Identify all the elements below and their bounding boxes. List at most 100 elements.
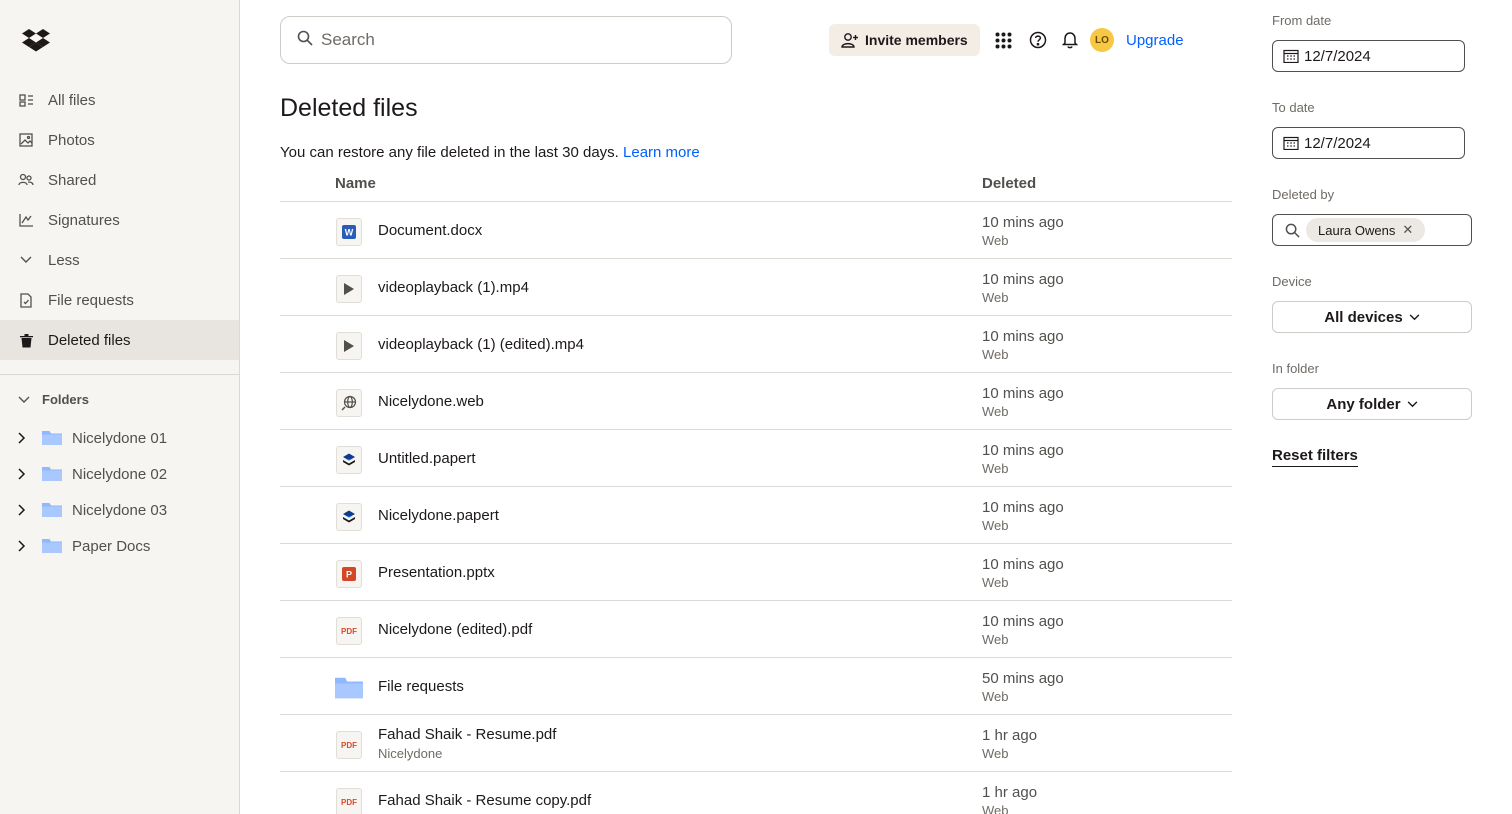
deleted-device: Web: [982, 746, 1009, 761]
sidebar-item-less[interactable]: Less: [0, 240, 239, 280]
trash-icon: [18, 332, 34, 348]
table-row[interactable]: videoplayback (1).mp4 10 mins ago Web: [280, 259, 1232, 316]
device-dropdown-value: All devices: [1324, 308, 1403, 326]
from-date-field[interactable]: 12/7/2024: [1272, 40, 1465, 72]
search-input[interactable]: [321, 30, 701, 50]
chevron-right-icon[interactable]: [18, 468, 32, 480]
table-row[interactable]: Untitled.papert 10 mins ago Web: [280, 430, 1232, 487]
deleted-time: 10 mins ago: [982, 499, 1064, 516]
invite-members-label: Invite members: [865, 32, 968, 48]
deleted-time: 10 mins ago: [982, 385, 1064, 402]
table-row[interactable]: PDF Fahad Shaik - Resume.pdf Nicelydone …: [280, 715, 1232, 772]
deleted-device: Web: [982, 632, 1009, 647]
deleted-time: 10 mins ago: [982, 214, 1064, 231]
sidebar-item-file-requests[interactable]: File requests: [0, 280, 239, 320]
add-person-icon: [841, 33, 858, 48]
file-name: Untitled.papert: [378, 450, 476, 467]
device-label: Device: [1272, 274, 1312, 289]
shared-icon: [18, 172, 34, 188]
column-header-name[interactable]: Name: [335, 175, 376, 192]
reset-filters-button[interactable]: Reset filters: [1272, 447, 1358, 467]
chevron-down-icon: [18, 392, 30, 407]
file-name: Presentation.pptx: [378, 564, 495, 581]
device-dropdown[interactable]: All devices: [1272, 301, 1472, 333]
app-grid-icon[interactable]: [993, 30, 1013, 50]
chevron-right-icon[interactable]: [18, 504, 32, 516]
file-name: Nicelydone.web: [378, 393, 484, 410]
file-name: Fahad Shaik - Resume.pdf: [378, 726, 557, 743]
sidebar-item-label: All files: [48, 91, 96, 109]
deleted-device: Web: [982, 347, 1009, 362]
deleted-time: 10 mins ago: [982, 613, 1064, 630]
paper-doc-icon: [335, 446, 363, 474]
table-row[interactable]: Nicelydone.papert 10 mins ago Web: [280, 487, 1232, 544]
deleted-files-table: Name Deleted W Document.docx 10 mins ago…: [280, 164, 1232, 814]
table-row[interactable]: W Document.docx 10 mins ago Web: [280, 202, 1232, 259]
table-row[interactable]: Nicelydone.web 10 mins ago Web: [280, 373, 1232, 430]
table-row[interactable]: P Presentation.pptx 10 mins ago Web: [280, 544, 1232, 601]
pdf-tag: PDF: [341, 626, 357, 636]
upgrade-link[interactable]: Upgrade: [1126, 32, 1184, 49]
bell-icon[interactable]: [1060, 30, 1080, 50]
chevron-down-icon: [1409, 313, 1420, 320]
person-chip-label: Laura Owens: [1318, 222, 1396, 238]
folder-icon: [42, 502, 62, 518]
deleted-time: 10 mins ago: [982, 442, 1064, 459]
pdf-icon: PDF: [335, 731, 363, 759]
folder-icon: [42, 538, 62, 554]
help-icon[interactable]: [1028, 30, 1048, 50]
folder-tree-item[interactable]: Nicelydone 03: [0, 492, 239, 528]
deleted-device: Web: [982, 689, 1009, 704]
sidebar-item-label: Photos: [48, 131, 95, 149]
invite-members-button[interactable]: Invite members: [829, 24, 980, 56]
folder-tree: Nicelydone 01 Nicelydone 02 Nicelydone 0…: [0, 420, 239, 564]
photos-icon: [18, 132, 34, 148]
person-chip: Laura Owens ✕: [1306, 218, 1426, 242]
sidebar-item-photos[interactable]: Photos: [0, 120, 239, 160]
folder-icon: [42, 466, 62, 482]
table-row[interactable]: videoplayback (1) (edited).mp4 10 mins a…: [280, 316, 1232, 373]
signatures-icon: [18, 212, 34, 228]
file-requests-icon: [18, 292, 34, 308]
dropbox-logo-icon[interactable]: [22, 28, 50, 52]
pdf-tag: PDF: [341, 740, 357, 750]
close-icon[interactable]: ✕: [1402, 222, 1413, 238]
folder-dropdown[interactable]: Any folder: [1272, 388, 1472, 420]
folder-tree-item[interactable]: Nicelydone 02: [0, 456, 239, 492]
sidebar-nav: All files Photos Shared Signatures Less: [0, 80, 239, 360]
sidebar-item-signatures[interactable]: Signatures: [0, 200, 239, 240]
page-description: You can restore any file deleted in the …: [280, 144, 700, 161]
sidebar-item-deleted-files[interactable]: Deleted files: [0, 320, 239, 360]
column-header-deleted[interactable]: Deleted: [982, 175, 1036, 192]
to-date-field[interactable]: 12/7/2024: [1272, 127, 1465, 159]
table-row[interactable]: PDF Nicelydone (edited).pdf 10 mins ago …: [280, 601, 1232, 658]
avatar[interactable]: LO: [1090, 28, 1114, 52]
video-file-icon: [335, 275, 363, 303]
search-box[interactable]: [280, 16, 732, 64]
sidebar-item-label: Shared: [48, 171, 97, 189]
from-date-value: 12/7/2024: [1304, 47, 1371, 65]
sidebar: All files Photos Shared Signatures Less: [0, 0, 240, 814]
sidebar-item-shared[interactable]: Shared: [0, 160, 239, 200]
folder-tree-item[interactable]: Paper Docs: [0, 528, 239, 564]
deleted-device: Web: [982, 290, 1009, 305]
deleted-device: Web: [982, 461, 1009, 476]
table-header: Name Deleted: [280, 164, 1232, 202]
sidebar-item-label: File requests: [48, 291, 134, 309]
folder-dropdown-value: Any folder: [1326, 395, 1401, 413]
chevron-right-icon[interactable]: [18, 540, 32, 552]
table-row[interactable]: PDF Fahad Shaik - Resume copy.pdf 1 hr a…: [280, 772, 1232, 814]
deleted-by-field[interactable]: Laura Owens ✕: [1272, 214, 1472, 246]
chevron-down-icon: [1407, 400, 1417, 407]
pdf-icon: PDF: [335, 617, 363, 645]
sidebar-item-label: Signatures: [48, 211, 120, 229]
table-row[interactable]: File requests 50 mins ago Web: [280, 658, 1232, 715]
folder-tree-item[interactable]: Nicelydone 01: [0, 420, 239, 456]
page-description-text: You can restore any file deleted in the …: [280, 144, 619, 161]
sidebar-item-all-files[interactable]: All files: [0, 80, 239, 120]
folders-section-toggle[interactable]: Folders: [18, 392, 89, 407]
chevron-right-icon[interactable]: [18, 432, 32, 444]
calendar-icon: [1283, 49, 1299, 63]
file-name: Nicelydone.papert: [378, 507, 499, 524]
learn-more-link[interactable]: Learn more: [623, 144, 700, 161]
